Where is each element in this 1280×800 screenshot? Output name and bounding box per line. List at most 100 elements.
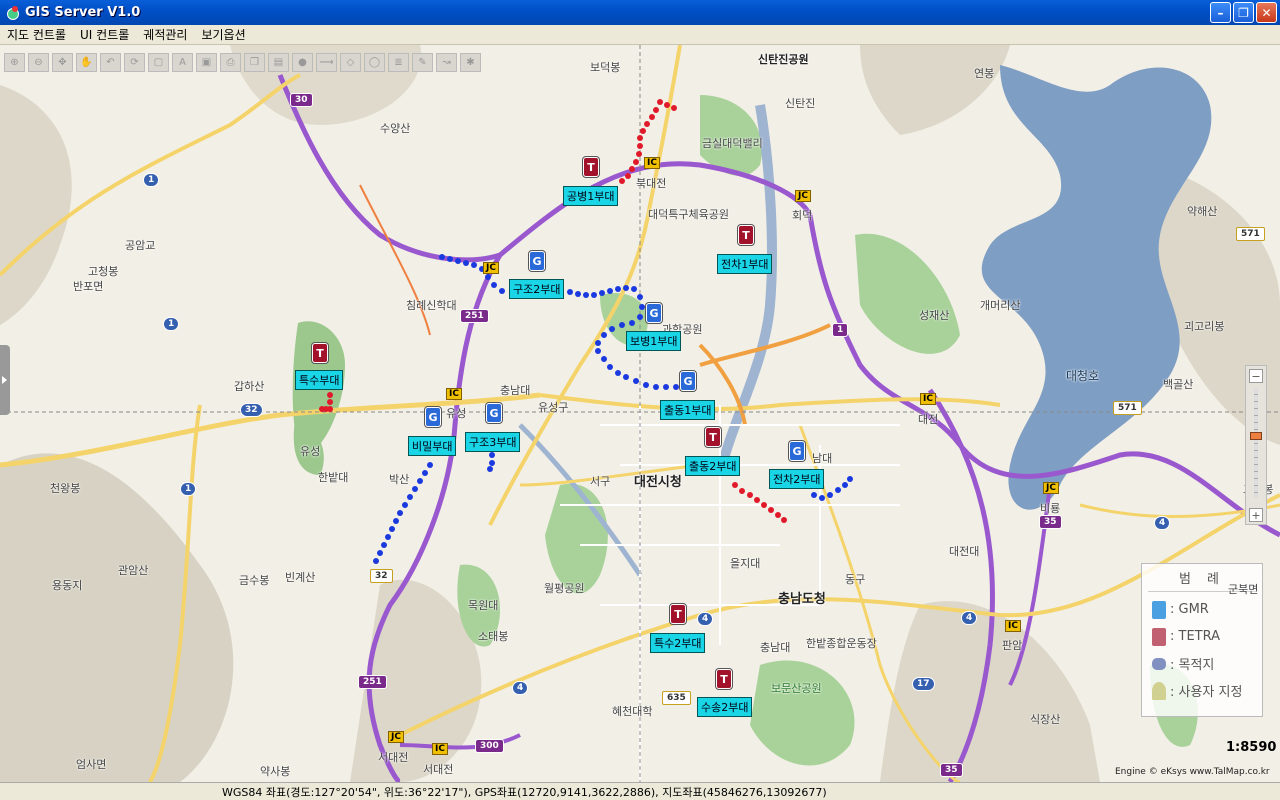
gmr-marker-icon[interactable]: G [486,403,502,423]
route-icon[interactable]: ↝ [436,53,457,72]
refresh-icon[interactable]: ⟳ [124,53,145,72]
minimize-button[interactable]: – [1210,2,1231,23]
gmr-marker-icon[interactable]: G [789,441,805,461]
menu-ui-control[interactable]: UI 컨트롤 [73,26,136,43]
gmr-marker-icon[interactable]: G [529,251,545,271]
interchange-label: IC [1005,620,1021,632]
legend-label: : TETRA [1170,629,1221,644]
road-shield: 17 [912,677,935,691]
menu-bar: 지도 컨트롤 UI 컨트롤 궤적관리 보기옵션 [0,25,1280,45]
zoom-out-icon[interactable]: ⊖ [28,53,49,72]
place-label: 대전 [918,413,939,426]
road-shield: 32 [240,403,263,417]
unit-label[interactable]: 공병1부대 [563,186,619,206]
place-label: 유성구 [538,401,569,414]
point-icon[interactable]: ● [292,53,313,72]
interchange-label: IC [446,388,462,400]
road-shield: 1 [180,482,197,496]
close-button[interactable]: ✕ [1256,2,1277,23]
tetra-marker-icon[interactable]: T [716,669,732,689]
unit-label[interactable]: 구조3부대 [465,432,521,452]
text-icon[interactable]: A [172,53,193,72]
area-icon[interactable]: ◇ [340,53,361,72]
interchange-label: IC [644,157,660,169]
place-label: 공암교 [125,239,156,252]
tetra-marker-icon[interactable]: T [670,604,686,624]
map-scale: 1:8590 [1226,740,1277,755]
back-icon[interactable]: ↶ [100,53,121,72]
car-legend-icon [1152,657,1166,670]
unit-label[interactable]: 보병1부대 [626,331,682,351]
place-label: 대청호 [1066,369,1100,383]
place-label: 북대전 [636,177,667,190]
engine-credit: Engine © eKsys www.TalMap.co.kr [1115,767,1270,777]
image-icon[interactable]: ▣ [196,53,217,72]
gmr-marker-icon[interactable]: G [425,407,441,427]
interchange-label: IC [920,393,936,405]
coordinate-readout: WGS84 좌표(경도:127°20'54", 위도:36°22'17"), G… [222,785,827,799]
unit-label[interactable]: 출동1부대 [660,400,716,420]
unit-label[interactable]: 특수2부대 [650,633,706,653]
zoom-track[interactable] [1254,388,1258,498]
measure-icon[interactable]: ⟿ [316,53,337,72]
unit-label[interactable]: 특수부대 [295,370,344,390]
place-label: 금실대덕밸리 [702,137,763,150]
menu-view-options[interactable]: 보기옵션 [194,26,252,43]
road-shield: 1 [143,173,160,187]
tetra-marker-icon[interactable]: T [583,157,599,177]
edit-icon[interactable]: ✎ [412,53,433,72]
place-label: 천왕봉 [50,482,81,495]
place-label: 괴고리봉 [1184,320,1225,333]
print-icon[interactable]: ⎙ [220,53,241,72]
user-pin-legend-icon [1152,681,1166,700]
interchange-label: JC [388,731,404,743]
unit-label[interactable]: 구조2부대 [509,279,565,299]
settings-icon[interactable]: ✱ [460,53,481,72]
road-shield: 4 [961,611,978,625]
gmr-marker-icon[interactable]: G [680,371,696,391]
legend-label: : 목적지 [1170,658,1215,673]
side-panel-toggle[interactable] [0,345,10,415]
circle-icon[interactable]: ◯ [364,53,385,72]
select-icon[interactable]: ▢ [148,53,169,72]
tetra-marker-icon[interactable]: T [738,225,754,245]
legend-item-destination: : 목적지 [1142,650,1262,677]
maximize-button[interactable]: ❐ [1233,2,1254,23]
place-label: 남대 [812,452,833,465]
unit-label[interactable]: 전차1부대 [717,254,773,274]
tetra-marker-icon[interactable]: T [705,427,721,447]
unit-label[interactable]: 수송2부대 [697,697,753,717]
copy-icon[interactable]: ❐ [244,53,265,72]
unit-label[interactable]: 비밀부대 [408,436,457,456]
place-label: 혜천대학 [612,705,653,718]
place-label: 대전대 [949,545,980,558]
legend-item-user-defined: : 사용자 지정 [1142,677,1262,704]
unit-label[interactable]: 전차2부대 [769,469,825,489]
menu-map-control[interactable]: 지도 컨트롤 [0,26,73,43]
hand-icon[interactable]: ✋ [76,53,97,72]
place-label: 판암 [1002,639,1023,652]
zoom-slider[interactable]: − + [1245,365,1267,525]
menu-track-management[interactable]: 궤적관리 [136,26,194,43]
zoom-slider-plus-button[interactable]: + [1249,508,1263,522]
place-label: 고청봉 [88,265,119,278]
zoom-in-icon[interactable]: ⊕ [4,53,25,72]
road-shield: 35 [1039,515,1062,529]
place-label: 약사봉 [260,765,291,778]
layer-icon[interactable]: ≣ [388,53,409,72]
place-label: 군북면 [1228,583,1259,596]
place-label: 신탄진공원 [758,53,809,66]
gmr-marker-icon[interactable]: G [646,303,662,323]
interchange-label: JC [1043,482,1059,494]
place-label: 박산 [389,473,410,486]
map-canvas[interactable]: ⊕ ⊖ ✥ ✋ ↶ ⟳ ▢ A ▣ ⎙ ❐ ▤ ● ⟿ ◇ ◯ ≣ ✎ ↝ ✱ … [0,45,1280,782]
tetra-marker-icon[interactable]: T [312,343,328,363]
pan-icon[interactable]: ✥ [52,53,73,72]
zoom-slider-minus-button[interactable]: − [1249,369,1263,383]
document-icon[interactable]: ▤ [268,53,289,72]
place-label: 유성 [300,445,321,458]
unit-label[interactable]: 출동2부대 [685,456,741,476]
zoom-handle[interactable] [1250,432,1262,440]
road-shield: 4 [1154,516,1171,530]
road-shield: 1 [832,323,849,337]
